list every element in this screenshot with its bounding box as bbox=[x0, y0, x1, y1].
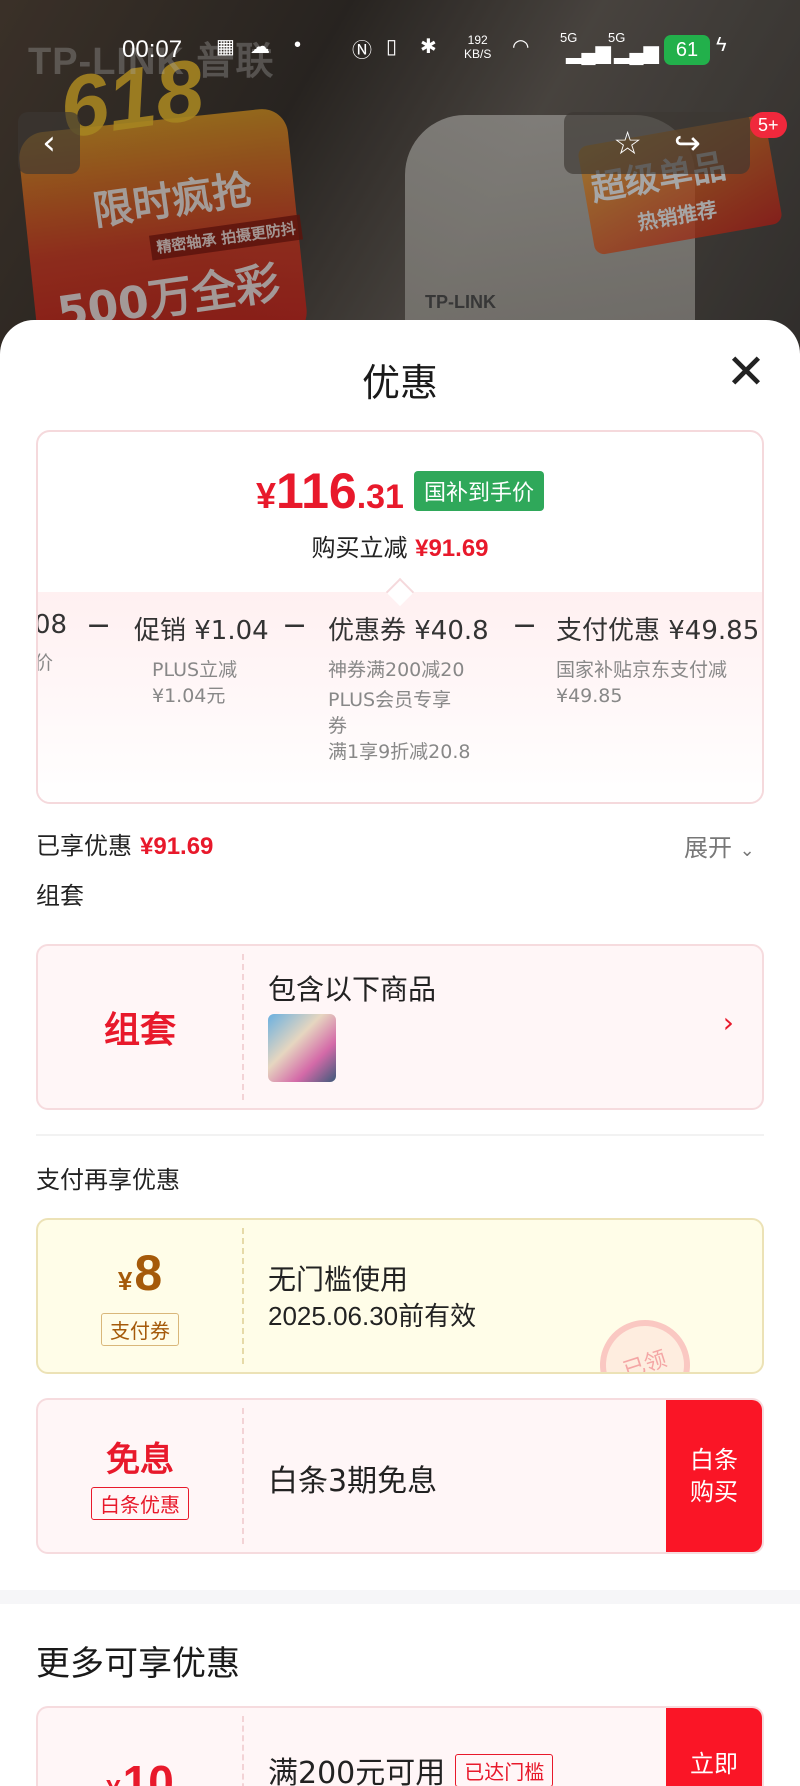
more-coupon-amount: ¥10 bbox=[106, 1756, 174, 1786]
cart-count-badge: 5+ bbox=[750, 112, 787, 138]
payment-coupon-tag: 支付券 bbox=[101, 1312, 179, 1346]
subsidy-price-tag: 国补到手价 bbox=[413, 471, 544, 511]
expand-button[interactable]: 展开 ⌄ bbox=[684, 828, 755, 863]
network-speed: 192 KB/S bbox=[464, 33, 491, 61]
payment-coupon-condition: 无门槛使用 bbox=[268, 1263, 409, 1296]
baitiao-tag: 白条优惠 bbox=[91, 1487, 189, 1520]
minus-sign: − bbox=[512, 608, 538, 643]
close-icon: ✕ bbox=[725, 344, 767, 400]
breakdown-item-base: 08 价 bbox=[36, 610, 68, 674]
chevron-left-icon: ‹ bbox=[42, 123, 56, 163]
section-divider bbox=[36, 1134, 764, 1136]
bundle-card-left: 组套 bbox=[38, 946, 242, 1108]
nfc-icon: Ⓝ bbox=[352, 40, 372, 62]
final-price-row: ¥116.31 国补到手价 bbox=[38, 462, 762, 520]
signal-1-icon: ▂▄▆ bbox=[566, 42, 611, 64]
card-divider bbox=[242, 954, 244, 1100]
sheet-title: 优惠 bbox=[361, 361, 438, 405]
card-divider bbox=[242, 1408, 244, 1544]
instant-discount: 购买立减 ¥91.69 bbox=[38, 528, 762, 563]
threshold-met-tag: 已达门槛 bbox=[455, 1753, 554, 1786]
saved-label: 已享优惠 bbox=[36, 832, 132, 860]
pay-section-label: 支付再享优惠 bbox=[36, 1166, 180, 1194]
price-card: ¥116.31 国补到手价 购买立减 ¥91.69 08 价 − 促销 ¥1.0… bbox=[36, 430, 764, 804]
interest-free-title: 免息 bbox=[106, 1440, 174, 1480]
weather-icon: ☁ bbox=[250, 36, 270, 58]
charging-icon: ϟ bbox=[716, 34, 727, 56]
bundle-card-title: 组套 bbox=[103, 1010, 176, 1051]
status-bar: 00:07 ▦ ☁ • Ⓝ ▯ ✱ 192 KB/S ◠ 5G ▂▄▆ 5G ▂… bbox=[0, 30, 800, 70]
breakdown-item-payment: 支付优惠 ¥49.85 国家补贴京东支付减 ¥49.85 bbox=[556, 616, 760, 707]
minus-sign: − bbox=[86, 608, 112, 643]
close-button[interactable]: ✕ bbox=[722, 348, 770, 396]
discount-sheet: 优惠 ✕ ¥116.31 国补到手价 购买立减 ¥91.69 08 价 − 促销… bbox=[0, 320, 800, 1786]
favorite-star-icon[interactable]: ☆ bbox=[613, 124, 642, 162]
bundle-contents-label: 包含以下商品 bbox=[268, 973, 437, 1006]
payment-coupon-card[interactable]: ¥8 支付券 无门槛使用 2025.06.30前有效 已领 bbox=[36, 1218, 764, 1374]
chevron-right-icon[interactable]: › bbox=[723, 1006, 734, 1039]
status-time: 00:07 bbox=[122, 36, 183, 63]
net-speed-value: 192 bbox=[467, 33, 488, 47]
expand-label: 展开 bbox=[684, 834, 732, 862]
vibrate-icon: ▯ bbox=[386, 36, 398, 58]
saved-value: ¥91.69 bbox=[140, 833, 214, 860]
back-button[interactable]: ‹ bbox=[18, 112, 80, 174]
bundle-card[interactable]: 组套 包含以下商品 › bbox=[36, 944, 764, 1110]
price-breakdown[interactable]: 08 价 − 促销 ¥1.04 PLUS立减 ¥1.04元 − 优惠券 ¥40.… bbox=[36, 608, 762, 800]
payment-coupon-right: 无门槛使用 2025.06.30前有效 bbox=[268, 1220, 762, 1372]
bluetooth-icon: ✱ bbox=[420, 36, 437, 58]
battery-level: 61 bbox=[664, 35, 710, 65]
more-discounts-title: 更多可享优惠 bbox=[36, 1644, 240, 1684]
wifi-icon: ◠ bbox=[512, 36, 530, 58]
interest-free-text: 白条3期免息 bbox=[268, 1464, 438, 1499]
top-actions: ☆ ↪ bbox=[564, 112, 750, 174]
share-icon[interactable]: ↪ bbox=[674, 124, 701, 162]
saved-discount-row: 已享优惠 ¥91.69 bbox=[36, 826, 213, 861]
signal-2-icon: ▂▄▆ bbox=[614, 42, 659, 64]
bundle-product-thumbnail[interactable] bbox=[268, 1014, 336, 1082]
claim-now-button[interactable]: 立即 bbox=[666, 1708, 762, 1786]
card-divider bbox=[242, 1228, 244, 1364]
breakdown-item-coupon: 优惠券 ¥40.8 神券满200减20 PLUS会员专享 券 满1享9折减20.… bbox=[328, 616, 489, 763]
more-coupon-card[interactable]: ¥10 满200元可用 已达门槛 立即 bbox=[36, 1706, 764, 1786]
net-speed-unit: KB/S bbox=[464, 47, 492, 61]
payment-coupon-amount: ¥8 bbox=[117, 1244, 163, 1301]
chevron-down-icon: ⌄ bbox=[739, 840, 755, 861]
more-coupon-condition: 满200元可用 已达门槛 bbox=[268, 1748, 554, 1786]
more-coupon-left: ¥10 bbox=[38, 1708, 242, 1786]
breakdown-item-promo: 促销 ¥1.04 PLUS立减 ¥1.04元 bbox=[134, 616, 269, 707]
bundle-section-label: 组套 bbox=[36, 882, 84, 910]
bundle-card-right: 包含以下商品 › bbox=[268, 946, 762, 1108]
section-band bbox=[0, 1590, 800, 1604]
final-price: ¥116.31 bbox=[256, 463, 404, 519]
baitiao-buy-button[interactable]: 白条 购买 bbox=[666, 1400, 762, 1552]
interest-free-card[interactable]: 免息 白条优惠 白条3期免息 白条 购买 bbox=[36, 1398, 764, 1554]
payment-coupon-expiry: 2025.06.30前有效 bbox=[268, 1301, 477, 1331]
minus-sign: − bbox=[282, 608, 308, 643]
card-divider bbox=[242, 1716, 244, 1786]
instant-discount-value: ¥91.69 bbox=[415, 535, 489, 562]
dot-icon: • bbox=[294, 34, 302, 56]
payment-coupon-left: ¥8 支付券 bbox=[38, 1220, 242, 1372]
instant-discount-label: 购买立减 bbox=[311, 534, 408, 562]
calendar-icon: ▦ bbox=[216, 36, 235, 58]
interest-free-left: 免息 白条优惠 bbox=[38, 1400, 242, 1552]
